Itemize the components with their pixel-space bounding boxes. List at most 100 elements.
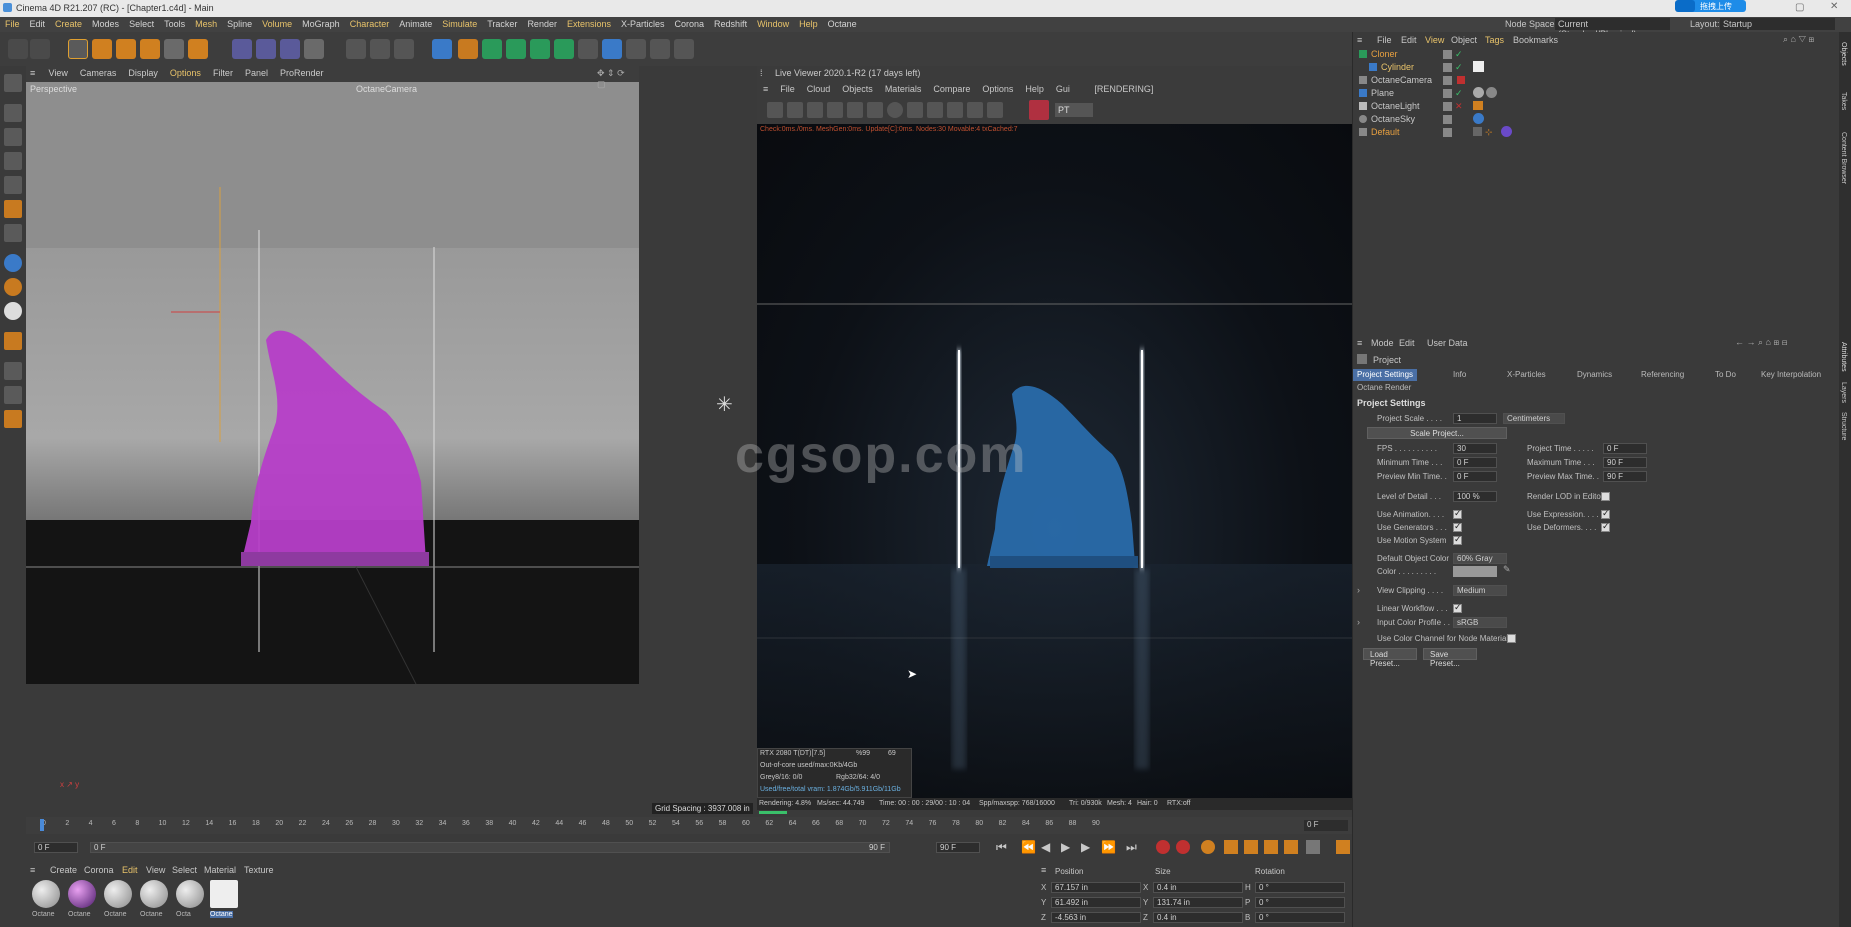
- z-axis-icon[interactable]: [280, 39, 300, 59]
- make-editable-icon[interactable]: [4, 74, 22, 92]
- side-tab-attributes[interactable]: Attributes: [1840, 342, 1847, 372]
- lv-menu-compare[interactable]: Compare: [927, 82, 976, 96]
- menu-octane[interactable]: Octane: [823, 17, 862, 29]
- menu-mograph[interactable]: MoGraph: [297, 17, 345, 29]
- prev-max-field[interactable]: 90 F: [1603, 471, 1647, 482]
- mograph-icon[interactable]: [506, 39, 526, 59]
- use-animation-checkbox[interactable]: [1453, 508, 1462, 519]
- menu-xparticles[interactable]: X-Particles: [616, 17, 670, 29]
- min-time-field[interactable]: 0 F: [1453, 457, 1497, 468]
- attr-menu-userdata[interactable]: User Data: [1427, 338, 1468, 348]
- menu-edit[interactable]: Edit: [25, 17, 51, 29]
- render-view-icon[interactable]: [370, 39, 390, 59]
- pos-y-field[interactable]: 61.492 in: [1051, 897, 1141, 908]
- load-preset-button[interactable]: Load Preset...: [1363, 648, 1417, 668]
- menu-window[interactable]: Window: [752, 17, 794, 29]
- next-frame-icon[interactable]: ▶: [1081, 840, 1090, 854]
- menu-tools[interactable]: Tools: [159, 17, 190, 29]
- material-swatch[interactable]: [68, 880, 96, 908]
- material-swatch[interactable]: [104, 880, 132, 908]
- material-tag-icon[interactable]: [1486, 87, 1497, 98]
- rot-p-field[interactable]: 0 °: [1255, 897, 1345, 908]
- lv-material-icon[interactable]: [887, 102, 903, 118]
- attr-menu-icon[interactable]: ≡: [1357, 338, 1362, 348]
- material-swatch[interactable]: [176, 880, 204, 908]
- pen-icon[interactable]: [458, 39, 478, 59]
- x-axis-icon[interactable]: [232, 39, 252, 59]
- lv-pause-icon[interactable]: [807, 102, 823, 118]
- vp-menu-cameras[interactable]: Cameras: [74, 66, 123, 80]
- size-x-field[interactable]: 0.4 in: [1153, 882, 1243, 893]
- fps-field[interactable]: 30: [1453, 443, 1497, 454]
- menu-create[interactable]: Create: [50, 17, 87, 29]
- menu-help[interactable]: Help: [794, 17, 823, 29]
- node-material-checkbox[interactable]: [1507, 634, 1516, 643]
- visibility-icon[interactable]: [1443, 76, 1452, 85]
- viewport-menu-icon[interactable]: ≡: [26, 66, 40, 80]
- rot-b-field[interactable]: 0 °: [1255, 912, 1345, 923]
- menu-animate[interactable]: Animate: [394, 17, 437, 29]
- start-frame-field[interactable]: 0 F: [34, 842, 78, 853]
- tab-key-interpolation[interactable]: Key Interpolation: [1757, 369, 1825, 381]
- light-tag-icon[interactable]: [1473, 101, 1483, 110]
- visibility-icon[interactable]: [1443, 63, 1452, 72]
- material-tag-icon[interactable]: [1473, 87, 1484, 98]
- side-tab-layers[interactable]: Layers: [1840, 382, 1847, 403]
- lv-region-icon[interactable]: [827, 102, 843, 118]
- tab-xparticles[interactable]: X-Particles: [1503, 369, 1550, 381]
- quantize-icon[interactable]: [4, 386, 22, 404]
- lv-settings-icon[interactable]: [767, 102, 783, 118]
- use-expression-checkbox[interactable]: [1601, 508, 1610, 519]
- axis-mode-icon[interactable]: [4, 224, 22, 242]
- expand-view-clipping-icon[interactable]: ›: [1357, 585, 1360, 595]
- floor-icon[interactable]: [602, 39, 622, 59]
- visibility-icon[interactable]: [1443, 128, 1452, 137]
- input-profile-select[interactable]: sRGB: [1453, 617, 1507, 628]
- menu-volume[interactable]: Volume: [257, 17, 297, 29]
- tag-icon[interactable]: ⊹: [1485, 127, 1493, 138]
- mat-menu-material[interactable]: Material: [204, 865, 236, 875]
- key-param-icon[interactable]: [1284, 840, 1298, 854]
- material-swatch-selected[interactable]: [210, 880, 238, 908]
- timeline-playhead[interactable]: [40, 819, 44, 831]
- material-swatch[interactable]: [32, 880, 60, 908]
- lv-menu-cloud[interactable]: Cloud: [801, 82, 837, 96]
- lv-restart-icon[interactable]: [787, 102, 803, 118]
- key-position-icon[interactable]: [1224, 840, 1238, 854]
- sky-icon[interactable]: [626, 39, 646, 59]
- scale-icon[interactable]: [116, 39, 136, 59]
- obj-menu-tags[interactable]: Tags: [1485, 35, 1504, 45]
- workplane-icon[interactable]: [4, 302, 22, 320]
- save-preset-button[interactable]: Save Preset...: [1423, 648, 1477, 668]
- cloner-icon[interactable]: [554, 39, 574, 59]
- obj-search-icon[interactable]: ⌕ ⌂ ▽ ⊞: [1783, 34, 1814, 45]
- disabled-x-icon[interactable]: ✕: [1455, 101, 1463, 112]
- y-axis-icon[interactable]: [256, 39, 276, 59]
- cube-icon[interactable]: [432, 39, 452, 59]
- texture-mode-icon[interactable]: [4, 128, 22, 146]
- octane-camera-tag-icon[interactable]: [1457, 76, 1465, 84]
- polygons-mode-icon[interactable]: [4, 200, 22, 218]
- subdivision-icon[interactable]: [482, 39, 502, 59]
- lv-picker-icon[interactable]: [987, 102, 1003, 118]
- expand-input-profile-icon[interactable]: ›: [1357, 617, 1360, 627]
- vp-menu-prorender[interactable]: ProRender: [274, 66, 330, 80]
- redo-icon[interactable]: [30, 39, 50, 59]
- material-tag-icon[interactable]: [1501, 126, 1512, 137]
- lv-menu-gui[interactable]: Gui: [1050, 82, 1076, 96]
- project-time-field[interactable]: 0 F: [1603, 443, 1647, 454]
- move-icon[interactable]: [92, 39, 112, 59]
- menu-character[interactable]: Character: [345, 17, 395, 29]
- lod-field[interactable]: 100 %: [1453, 491, 1497, 502]
- mat-menu-corona[interactable]: Corona: [84, 865, 114, 875]
- menu-mesh[interactable]: Mesh: [190, 17, 222, 29]
- linear-workflow-checkbox[interactable]: [1453, 602, 1462, 613]
- close-icon[interactable]: ✕: [1830, 1, 1838, 12]
- mat-menu-select[interactable]: Select: [172, 865, 197, 875]
- obj-menu-bookmarks[interactable]: Bookmarks: [1513, 35, 1558, 45]
- view-clipping-select[interactable]: Medium: [1453, 585, 1507, 596]
- visibility-icon[interactable]: [1443, 115, 1452, 124]
- tree-row[interactable]: OctaneSky: [1353, 113, 1840, 126]
- menu-tracker[interactable]: Tracker: [482, 17, 522, 29]
- menu-extensions[interactable]: Extensions: [562, 17, 616, 29]
